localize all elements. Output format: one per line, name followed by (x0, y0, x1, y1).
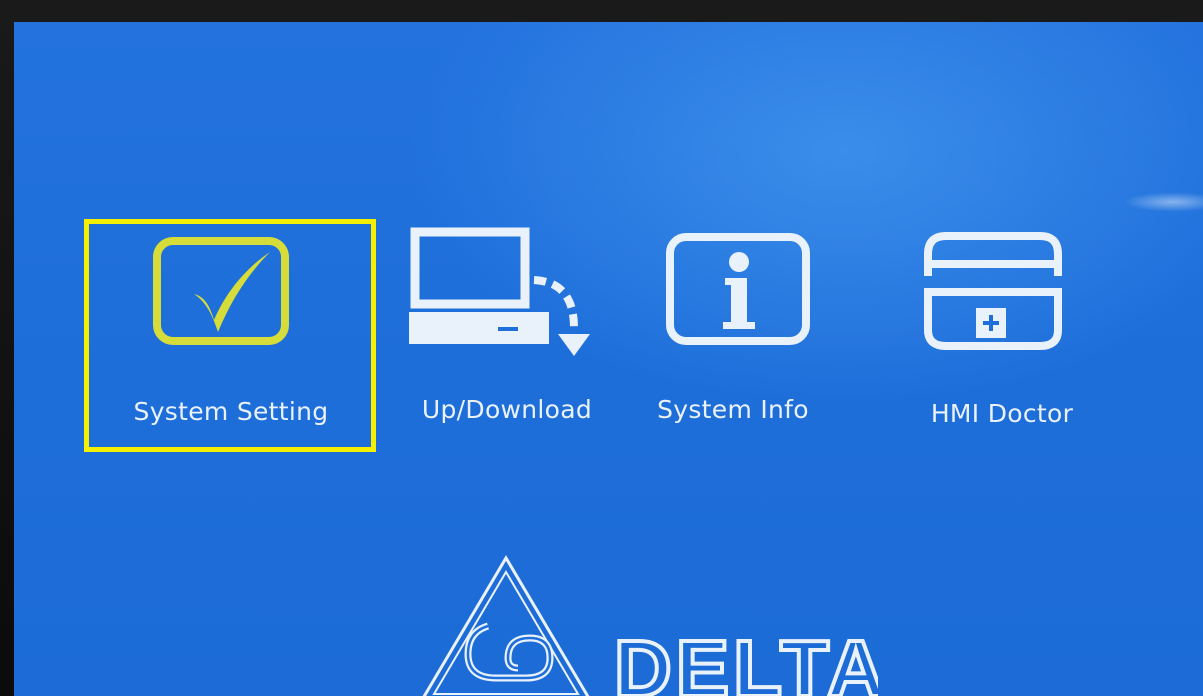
menu-item-label-up-download: Up/Download (421, 395, 593, 424)
menu-item-label-system-setting: System Setting (133, 397, 329, 426)
menu-item-label-hmi-doctor: HMI Doctor (930, 399, 1074, 428)
delta-triangle-logo: DELTA (422, 555, 878, 696)
medical-kit-icon (924, 232, 1062, 350)
checkmark-icon (153, 237, 289, 345)
menu-item-label-system-info: System Info (657, 395, 809, 424)
info-icon (666, 233, 810, 345)
brand-name: DELTA (614, 624, 878, 696)
computer-download-icon (409, 227, 590, 356)
hmi-screen: System Setting Up/Download System Info H… (14, 22, 1203, 696)
